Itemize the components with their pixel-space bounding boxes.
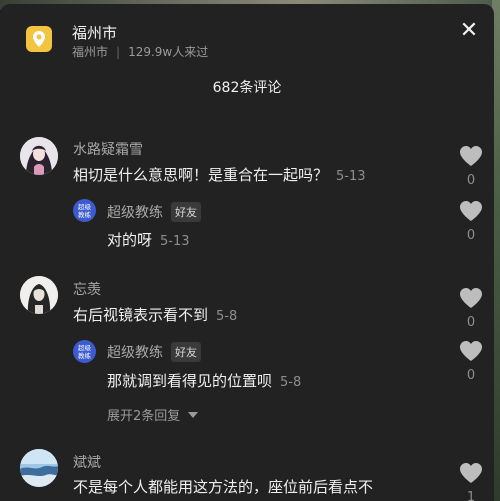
heart-icon (460, 341, 482, 361)
location-title: 福州市 (72, 24, 118, 42)
reply-time: 5-13 (160, 234, 190, 249)
like-button[interactable]: 0 (458, 145, 484, 188)
avatar-text: 超级教练 (78, 344, 91, 360)
like-count: 0 (466, 228, 476, 243)
location-header[interactable]: 福州市 福州市 | 129.9w人来过 (24, 18, 484, 60)
reply-time: 5-8 (280, 375, 302, 390)
reply-author[interactable]: 超级教练 好友 (107, 202, 201, 222)
location-city: 福州市 (72, 45, 109, 59)
avatar-text: 超级教练 (78, 203, 91, 219)
reply-author-name: 超级教练 (107, 205, 163, 221)
comment-text: 不是每个人都能用这方法的，座位前后看点不 (73, 476, 373, 497)
like-button[interactable]: 1 (458, 462, 484, 501)
comment-body: 不是每个人都能用这方法的，座位前后看点不 (73, 478, 374, 496)
heart-icon (460, 463, 482, 483)
expand-replies-button[interactable]: 展开2条回复 (107, 405, 199, 424)
comment-author[interactable]: 水路疑霜雪 (73, 139, 143, 159)
like-count: 1 (466, 490, 476, 501)
like-count: 0 (466, 368, 476, 383)
reply-text: 那就调到看得见的位置呗 5-8 (107, 370, 301, 391)
comment-panel: 福州市 福州市 | 129.9w人来过 ✕ 682条评论 水路疑霜雪 相切是什么意思… (0, 4, 494, 501)
like-count: 0 (466, 173, 476, 188)
reply-text: 对的呀 5-13 (107, 229, 190, 250)
comment-time: 5-8 (216, 309, 238, 324)
avatar[interactable]: 超级教练 (73, 340, 96, 363)
reply-body: 对的呀 (107, 231, 153, 249)
close-icon[interactable]: ✕ (458, 20, 480, 43)
avatar[interactable]: 超级教练 (73, 199, 96, 222)
avatar[interactable] (20, 137, 58, 175)
location-subtitle: 福州市 | 129.9w人来过 (72, 43, 208, 60)
comment-text: 右后视镜表示看不到 5-8 (73, 304, 237, 325)
friend-badge: 好友 (171, 342, 201, 362)
avatar[interactable] (20, 276, 58, 314)
comment-count: 682条评论 (212, 80, 282, 96)
comment-author[interactable]: 忘羡 (73, 279, 101, 299)
reply-body: 那就调到看得见的位置呗 (107, 372, 273, 390)
like-button[interactable]: 0 (458, 340, 484, 383)
divider: | (116, 45, 121, 59)
like-count: 0 (466, 315, 476, 330)
comment-text: 相切是什么意思啊！是重合在一起吗？ 5-13 (73, 164, 366, 185)
heart-icon (460, 288, 482, 308)
avatar[interactable] (20, 449, 58, 487)
location-visits: 129.9w人来过 (128, 45, 209, 59)
friend-badge: 好友 (171, 202, 201, 222)
caret-down-icon (188, 412, 199, 418)
reply-author[interactable]: 超级教练 好友 (107, 342, 201, 362)
like-button[interactable]: 0 (458, 200, 484, 243)
expand-replies-label: 展开2条回复 (107, 409, 181, 424)
comment-time: 5-13 (336, 169, 366, 184)
reply-author-name: 超级教练 (107, 345, 163, 361)
heart-icon (460, 201, 482, 221)
heart-icon (460, 146, 482, 166)
comment-body: 右后视镜表示看不到 (73, 306, 209, 324)
like-button[interactable]: 0 (458, 287, 484, 330)
map-pin-icon (26, 26, 52, 52)
comment-author[interactable]: 斌斌 (73, 452, 101, 472)
comment-body: 相切是什么意思啊！是重合在一起吗？ (73, 166, 329, 184)
